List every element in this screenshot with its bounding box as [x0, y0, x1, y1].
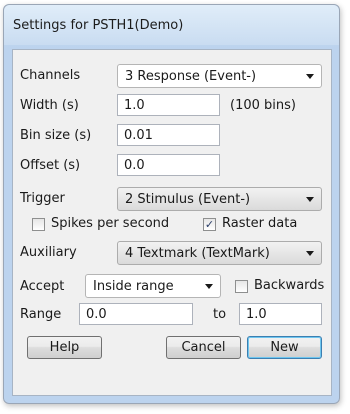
backwards-label[interactable]: Backwards — [254, 278, 324, 293]
chevron-down-icon — [205, 284, 213, 289]
accept-label: Accept — [20, 279, 65, 294]
trigger-label: Trigger — [20, 191, 65, 206]
backwards-checkbox[interactable] — [235, 280, 248, 293]
auxiliary-label: Auxiliary — [20, 245, 77, 260]
width-label: Width (s) — [20, 98, 79, 113]
trigger-value: 2 Stimulus (Event-) — [125, 192, 251, 207]
raster-data-label[interactable]: Raster data — [222, 216, 297, 231]
auxiliary-value: 4 Textmark (TextMark) — [125, 246, 270, 261]
channels-value: 3 Response (Event-) — [125, 69, 257, 84]
offset-input[interactable]: 0.0 — [117, 154, 220, 176]
new-button[interactable]: New — [247, 336, 322, 359]
offset-label: Offset (s) — [20, 158, 81, 173]
channels-label: Channels — [20, 68, 81, 83]
accept-select[interactable]: Inside range — [85, 274, 221, 298]
trigger-select[interactable]: 2 Stimulus (Event-) — [117, 187, 322, 211]
cancel-button[interactable]: Cancel — [166, 336, 241, 359]
width-bins-note: (100 bins) — [230, 98, 296, 113]
spikes-per-second-checkbox[interactable] — [32, 218, 45, 231]
spikes-per-second-label[interactable]: Spikes per second — [51, 216, 169, 231]
range-label: Range — [20, 307, 62, 322]
accept-value: Inside range — [93, 279, 174, 294]
raster-data-checkbox[interactable]: ✓ — [203, 218, 216, 231]
chevron-down-icon — [306, 251, 314, 256]
title-bar[interactable]: Settings for PSTH1(Demo) — [4, 5, 339, 45]
width-input[interactable]: 1.0 — [117, 94, 220, 116]
range-to-input[interactable]: 1.0 — [239, 303, 322, 325]
channels-select[interactable]: 3 Response (Event-) — [117, 64, 322, 88]
bin-size-label: Bin size (s) — [20, 128, 92, 143]
dialog-title: Settings for PSTH1(Demo) — [13, 18, 184, 33]
dialog-client-area: Channels 3 Response (Event-) Width (s) 1… — [12, 49, 332, 396]
chevron-down-icon — [306, 197, 314, 202]
chevron-down-icon — [306, 74, 314, 79]
range-to-label: to — [213, 307, 227, 322]
range-from-input[interactable]: 0.0 — [79, 303, 193, 325]
bin-size-input[interactable]: 0.01 — [117, 124, 220, 146]
checkmark-icon: ✓ — [204, 218, 215, 231]
auxiliary-select[interactable]: 4 Textmark (TextMark) — [117, 241, 322, 265]
help-button[interactable]: Help — [27, 336, 102, 359]
settings-dialog: Settings for PSTH1(Demo) Channels 3 Resp… — [3, 4, 340, 404]
